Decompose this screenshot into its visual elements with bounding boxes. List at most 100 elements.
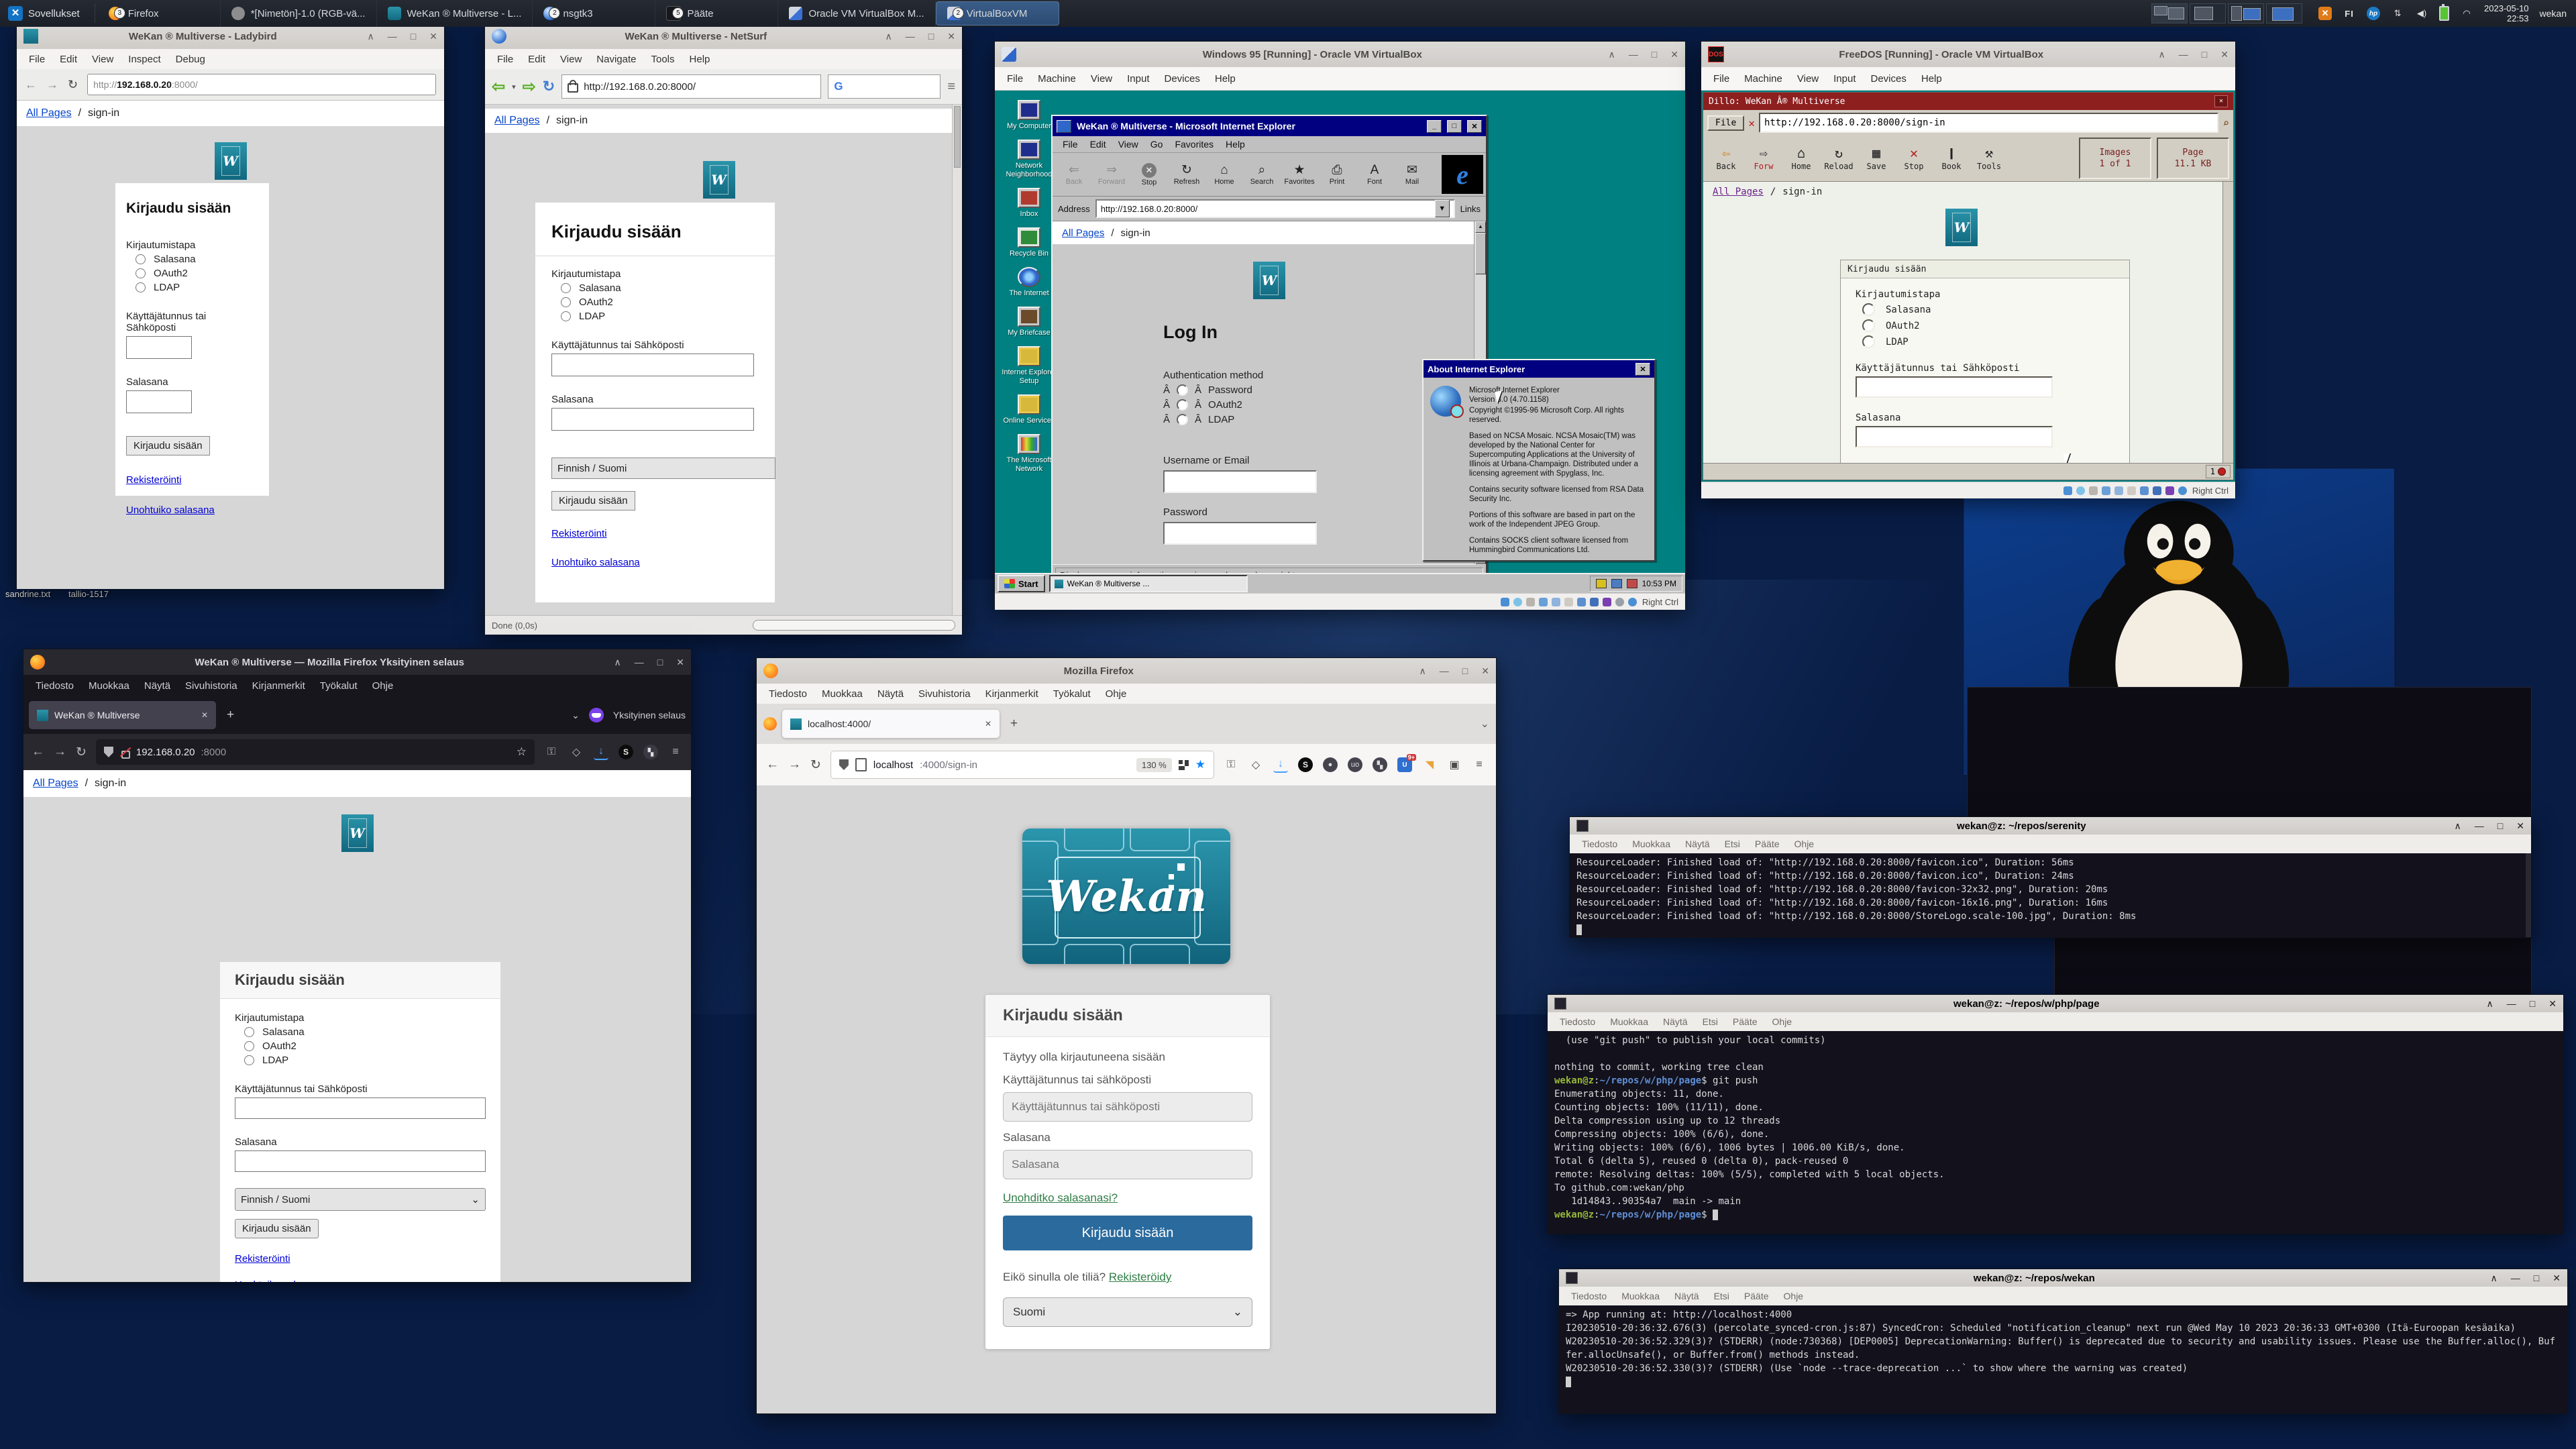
all-pages-link[interactable]: All Pages — [33, 777, 78, 790]
menu-item[interactable]: Työkalut — [313, 680, 364, 692]
menu-item[interactable]: Näytä — [1656, 1016, 1695, 1027]
search-icon[interactable]: ⌕ — [2222, 117, 2229, 129]
radio-icon[interactable] — [561, 311, 571, 321]
menu-item[interactable]: Favorites — [1169, 138, 1220, 151]
reload-icon[interactable]: ↻ — [76, 745, 87, 760]
taskbar-window-button[interactable]: 2 nsgtk3 — [533, 0, 655, 27]
menu-item[interactable]: Go — [1144, 138, 1169, 151]
menu-item[interactable]: View — [1084, 73, 1119, 85]
menu-item[interactable]: Edit — [521, 54, 552, 65]
all-pages-link[interactable]: All Pages — [1713, 186, 1764, 197]
taskbar-window-button[interactable]: 5 Pääte — [655, 0, 778, 27]
taskbar-window-button[interactable]: 2 VirtualBoxVM — [936, 1, 1059, 25]
menu-item[interactable]: Tiedosto — [762, 688, 814, 700]
terminal-output[interactable]: => App running at: http://localhost:4000… — [1559, 1305, 2567, 1419]
username-input[interactable] — [1856, 376, 2053, 398]
menu-icon[interactable]: ≡ — [668, 745, 683, 759]
back-icon[interactable]: ← — [766, 757, 779, 772]
title-bar[interactable]: DOS FreeDOS [Running] - Oracle VM Virtua… — [1701, 42, 2235, 67]
scrollbar[interactable] — [2222, 182, 2233, 463]
radio-icon[interactable] — [1177, 399, 1188, 411]
taskbar-window-button[interactable]: WeKan ® Multiverse ... — [1049, 575, 1248, 592]
menu-item[interactable]: View — [553, 54, 588, 65]
reload-icon[interactable]: ↻ — [68, 78, 78, 92]
menu-item[interactable]: View — [85, 54, 120, 65]
volume-tray-icon[interactable] — [1596, 579, 1607, 588]
title-bar[interactable]: Mozilla Firefox ∧—□✕ — [757, 658, 1496, 684]
battery-tray-icon[interactable] — [2439, 6, 2449, 21]
menu-item[interactable]: Tiedosto — [1564, 1291, 1613, 1301]
address-input[interactable]: http://192.168.0.20:8000/ ▼ — [1095, 199, 1455, 218]
taskbar-window-button[interactable]: 3 Firefox — [98, 0, 221, 27]
title-bar[interactable]: wekan@z: ~/repos/serenity ∧—□✕ — [1570, 817, 2531, 835]
window-controls[interactable]: ∧—□✕ — [1419, 665, 1489, 677]
register-link[interactable]: Rekisteröinti — [551, 528, 759, 539]
shield-badge-icon[interactable]: ◇ — [569, 745, 584, 759]
menu-item[interactable]: Tiedosto — [29, 680, 80, 692]
dillo-toolbar-button[interactable]: ▦ Save — [1858, 138, 1895, 179]
menu-item[interactable]: Ohje — [366, 680, 400, 692]
downloads-icon[interactable]: ↓ — [594, 744, 608, 760]
password-input[interactable] — [126, 390, 192, 413]
new-tab-button[interactable]: + — [1005, 716, 1023, 731]
all-pages-link[interactable]: All Pages — [1062, 227, 1104, 239]
radio-icon[interactable] — [1862, 335, 1875, 348]
forward-icon[interactable]: → — [788, 757, 801, 772]
forgot-password-link[interactable]: Unohtuiko salasana — [126, 504, 258, 516]
volume-tray-icon[interactable]: ◀) — [2415, 7, 2428, 20]
reload-icon[interactable]: ↻ — [543, 78, 555, 95]
password-input[interactable] — [1856, 426, 2053, 447]
radio-icon[interactable] — [136, 282, 146, 292]
menu-item[interactable]: Etsi — [1718, 839, 1747, 849]
clear-url-icon[interactable]: ✕ — [1748, 117, 1755, 129]
username-input[interactable] — [1163, 470, 1317, 493]
desktop-icon[interactable]: The Internet — [1000, 267, 1058, 298]
ie-toolbar-button[interactable]: ⌕ Search — [1243, 155, 1281, 194]
menu-item[interactable]: Etsi — [1696, 1016, 1725, 1027]
tab-close-icon[interactable]: ✕ — [985, 719, 991, 729]
menu-item[interactable]: File — [22, 54, 52, 65]
close-icon[interactable]: ✕ — [1635, 363, 1650, 376]
auth-method-radio[interactable]: Salasana — [136, 254, 258, 265]
reader-view-icon[interactable] — [1179, 760, 1189, 770]
url-bar[interactable]: http://192.168.0.20:8000/ — [87, 74, 436, 95]
menu-item[interactable]: Ohje — [1777, 1291, 1811, 1301]
window-controls[interactable]: ∧—□✕ — [2487, 998, 2557, 1010]
menu-item[interactable]: Machine — [1737, 73, 1789, 85]
radio-icon[interactable] — [136, 254, 146, 264]
forgot-password-link[interactable]: Unohtuiko salasana — [551, 557, 759, 568]
menu-item[interactable]: File — [1000, 73, 1030, 85]
minimize-icon[interactable]: _ — [1427, 120, 1442, 133]
auth-method-radio[interactable]: OAuth2 — [244, 1040, 486, 1052]
warning-tray-icon[interactable]: ✕ — [2318, 7, 2332, 20]
language-select[interactable]: Suomi ⌄ — [1003, 1297, 1252, 1327]
password-input[interactable] — [1003, 1150, 1252, 1179]
hp-tray-icon[interactable]: hp — [2367, 7, 2380, 20]
terminal-output[interactable]: ResourceLoader: Finished load of: "http:… — [1570, 853, 2531, 943]
window-controls[interactable]: ∧—□✕ — [2159, 49, 2229, 60]
page-info-icon[interactable] — [855, 758, 867, 771]
ie-toolbar-button[interactable]: ⇐ Back — [1055, 155, 1093, 194]
display-tray-icon[interactable] — [1627, 579, 1638, 588]
new-tab-button[interactable]: + — [221, 708, 239, 722]
title-bar[interactable]: Windows 95 [Running] - Oracle VM Virtual… — [995, 42, 1685, 67]
menu-item[interactable]: File — [490, 54, 520, 65]
menu-icon[interactable]: ≡ — [947, 79, 955, 95]
menu-item[interactable]: Näytä — [138, 680, 177, 692]
password-input[interactable] — [551, 408, 754, 431]
menu-item[interactable]: Muokkaa — [1625, 839, 1677, 849]
menu-icon[interactable]: ≡ — [1472, 757, 1487, 772]
ie-toolbar-button[interactable]: ★ Favorites — [1281, 155, 1318, 194]
menu-item[interactable]: Työkalut — [1046, 688, 1097, 700]
username-input[interactable] — [1003, 1092, 1252, 1122]
maximize-icon[interactable]: □ — [1447, 120, 1462, 133]
title-bar[interactable]: wekan@z: ~/repos/w/php/page ∧—□✕ — [1548, 995, 2563, 1012]
auth-method-radio[interactable]: Salasana — [244, 1026, 486, 1038]
radio-icon[interactable] — [1862, 319, 1875, 332]
tab-wekan[interactable]: WeKan ® Multiverse ✕ — [29, 701, 216, 729]
applications-menu[interactable]: Sovellukset — [0, 0, 88, 27]
menu-item[interactable]: Näytä — [1678, 839, 1717, 849]
menu-item[interactable]: Ohje — [1766, 1016, 1799, 1027]
auth-method-radio[interactable]: OAuth2 — [1862, 319, 2114, 332]
menu-item[interactable]: Help — [683, 54, 717, 65]
